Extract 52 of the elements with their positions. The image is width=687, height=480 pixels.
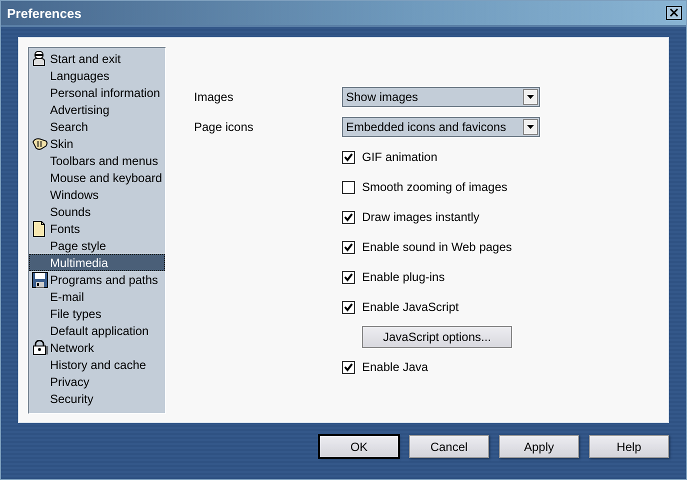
dialog-button[interactable]: Help [589,435,669,458]
category-item[interactable]: Skin [29,135,165,152]
category-item[interactable]: Advertising [29,101,165,118]
padlock-icon [32,340,48,355]
category-item[interactable]: Fonts [29,220,165,237]
dialog-button[interactable]: Cancel [409,435,489,458]
checkbox[interactable] [342,300,355,314]
checkbox-label: Enable sound in Web pages [362,240,512,254]
checkbox[interactable] [342,360,355,374]
checkbox-label: Enable JavaScript [362,300,459,314]
checkbox-label: Enable Java [362,360,428,374]
dialog-button[interactable]: Apply [499,435,579,458]
window-title: Preferences [7,6,82,20]
category-item[interactable]: Privacy [29,373,165,390]
close-button[interactable]: × [666,6,682,20]
dropdown[interactable]: Show images [342,87,540,107]
category-item[interactable]: Default application [29,322,165,339]
document-icon [32,220,46,236]
category-item[interactable]: Sounds [29,203,165,220]
checkbox[interactable] [342,180,355,194]
category-item[interactable]: Toolbars and menus [29,152,165,169]
caret-icon [527,125,534,129]
field-label: Images [194,90,234,104]
category-item[interactable]: Multimedia [29,254,165,271]
category-item[interactable]: Start and exit [29,50,165,67]
category-item[interactable]: Security [29,390,165,407]
options-button[interactable]: JavaScript options... [362,326,512,348]
checkbox-label: Enable plug-ins [362,270,445,284]
category-item[interactable]: Page style [29,237,165,254]
checkbox-label: GIF animation [362,150,438,164]
person-icon [32,51,46,66]
category-item[interactable]: Mouse and keyboard [29,169,165,186]
hand-icon [32,138,48,150]
dropdown[interactable]: Embedded icons and favicons [342,117,540,137]
category-item[interactable]: E-mail [29,288,165,305]
category-item[interactable]: Search [29,118,165,135]
category-item[interactable]: File types [29,305,165,322]
dialog-button[interactable]: OK [319,435,399,458]
checkbox[interactable] [342,270,355,284]
category-item[interactable]: Windows [29,186,165,203]
category-item[interactable]: Programs and paths [29,271,165,288]
checkbox[interactable] [342,150,355,164]
category-item[interactable]: Languages [29,67,165,84]
checkbox-label: Draw images instantly [362,210,480,224]
category-item[interactable]: Personal information [29,84,165,101]
category-item[interactable]: Network [29,339,165,356]
checkbox-label: Smooth zooming of images [362,180,508,194]
checkbox[interactable] [342,240,355,254]
category-item[interactable]: History and cache [29,356,165,373]
caret-icon [527,95,534,99]
field-label: Page icons [194,120,254,134]
checkbox[interactable] [342,210,355,224]
